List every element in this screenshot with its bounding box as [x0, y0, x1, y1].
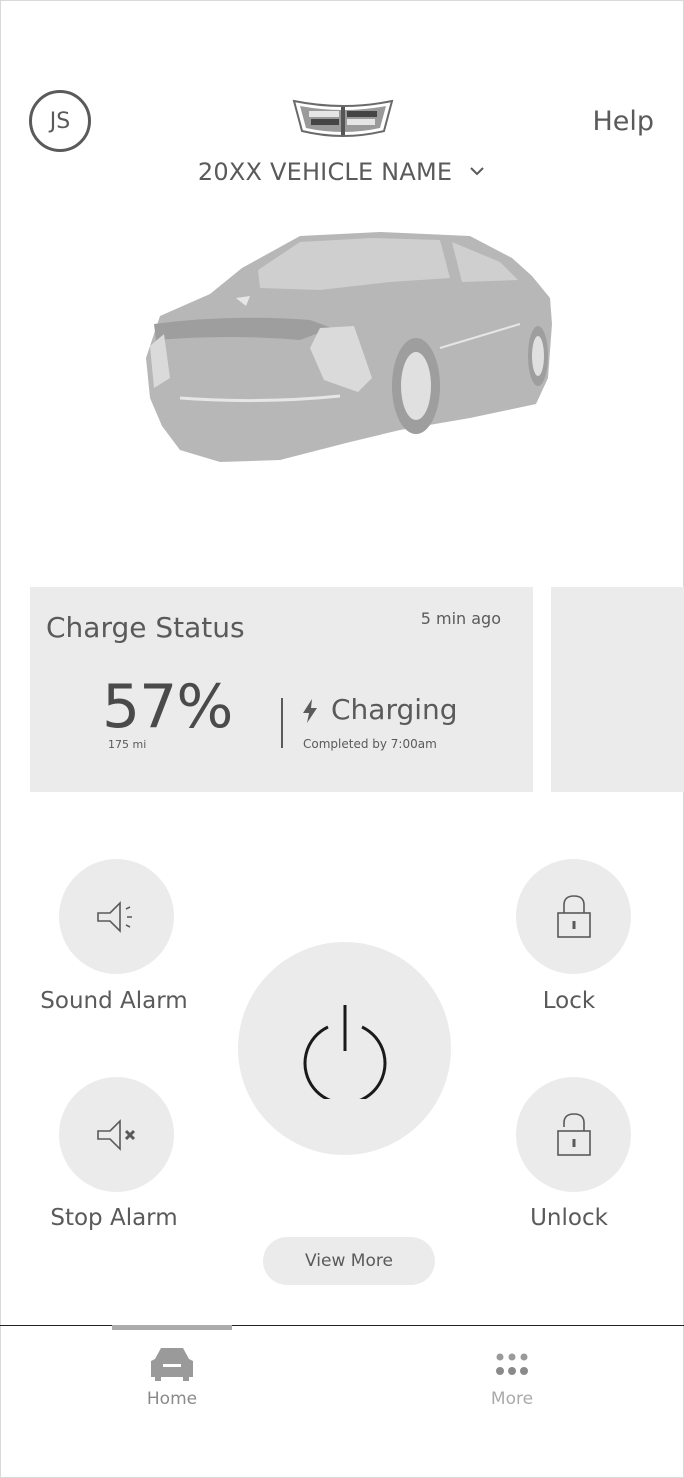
- view-more-button[interactable]: View More: [263, 1237, 435, 1285]
- avatar-initials: JS: [49, 108, 71, 134]
- lock-button[interactable]: [516, 859, 631, 974]
- car-icon: [151, 1348, 193, 1381]
- charging-status: Charging: [331, 693, 458, 726]
- power-icon: [303, 1004, 386, 1099]
- profile-avatar[interactable]: JS: [29, 90, 91, 152]
- horn-sound-icon: [96, 900, 132, 933]
- lightning-bolt-icon: [303, 699, 317, 723]
- stop-alarm-label: Stop Alarm: [50, 1205, 178, 1231]
- lock-label: Lock: [542, 988, 596, 1014]
- padlock-open-icon: [556, 1112, 591, 1156]
- last-updated-time: 5 min ago: [420, 609, 501, 628]
- power-button[interactable]: [238, 942, 451, 1155]
- unlock-button[interactable]: [516, 1077, 631, 1192]
- tab-more-label: More: [490, 1389, 534, 1409]
- help-link[interactable]: Help: [592, 106, 654, 137]
- vehicle-name: 20XX VEHICLE NAME: [197, 158, 453, 186]
- charge-status-card[interactable]: Charge Status 5 min ago 57% 175 mi Charg…: [30, 587, 533, 792]
- tabbar-divider: [0, 1325, 684, 1326]
- tab-more[interactable]: More: [452, 1345, 572, 1409]
- active-tab-indicator: [112, 1325, 232, 1330]
- chevron-down-icon: [470, 167, 484, 176]
- card-divider: [281, 698, 283, 748]
- tab-home-label: Home: [146, 1389, 198, 1409]
- unlock-label: Unlock: [530, 1205, 608, 1231]
- charge-completion-time: Completed by 7:00am: [303, 737, 437, 751]
- sound-alarm-button[interactable]: [59, 859, 174, 974]
- charge-percent: 57%: [102, 672, 233, 742]
- crest-logo-icon: [292, 99, 394, 137]
- range-miles: 175 mi: [108, 738, 147, 751]
- stop-alarm-button[interactable]: [59, 1077, 174, 1192]
- next-card-peek[interactable]: [551, 587, 684, 792]
- charge-status-title: Charge Status: [46, 611, 245, 644]
- sound-alarm-label: Sound Alarm: [40, 988, 188, 1014]
- vehicle-selector[interactable]: 20XX VEHICLE NAME: [0, 158, 684, 186]
- tab-home[interactable]: Home: [112, 1345, 232, 1409]
- padlock-closed-icon: [556, 894, 591, 938]
- vehicle-image: [146, 232, 552, 462]
- dots-grid-icon: [496, 1353, 528, 1375]
- horn-mute-icon: [96, 1118, 135, 1151]
